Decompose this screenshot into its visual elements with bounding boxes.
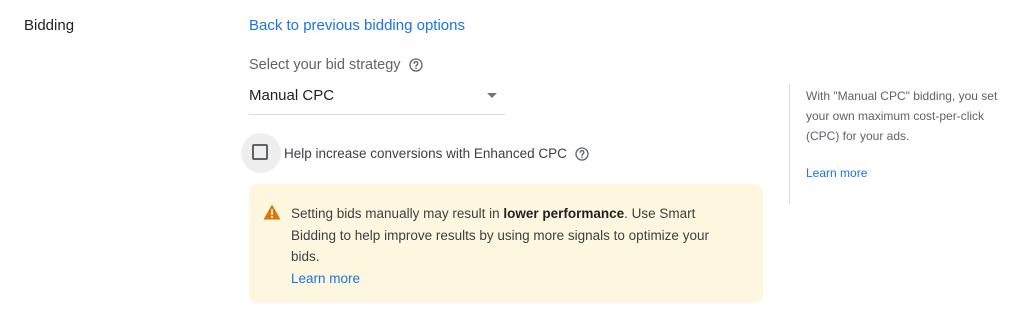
back-to-bidding-options-link[interactable]: Back to previous bidding options xyxy=(249,17,465,34)
bid-strategy-label-text: Select your bid strategy xyxy=(249,57,401,73)
help-icon[interactable] xyxy=(575,146,589,161)
performance-warning-banner: Setting bids manually may result in lowe… xyxy=(249,184,763,303)
warning-text-pre: Setting bids manually may result in xyxy=(291,206,504,221)
side-panel-divider xyxy=(789,84,790,204)
warning-triangle-icon xyxy=(263,204,281,220)
warning-message: Setting bids manually may result in lowe… xyxy=(291,203,741,289)
enhanced-cpc-label: Help increase conversions with Enhanced … xyxy=(284,146,589,161)
bid-strategy-label: Select your bid strategy xyxy=(249,57,423,73)
warning-learn-more-link[interactable]: Learn more xyxy=(291,268,741,290)
section-label-bidding: Bidding xyxy=(24,17,75,34)
manual-cpc-help-text: With "Manual CPC" bidding, you set your … xyxy=(806,89,998,143)
bid-strategy-selected-value: Manual CPC xyxy=(249,87,335,104)
warning-text-bold: lower performance xyxy=(503,206,625,221)
help-icon[interactable] xyxy=(408,58,423,72)
dropdown-arrow-icon xyxy=(487,93,497,98)
bid-strategy-select[interactable]: Manual CPC xyxy=(249,80,505,115)
side-learn-more-link[interactable]: Learn more xyxy=(806,166,867,180)
enhanced-cpc-checkbox[interactable] xyxy=(252,144,268,160)
enhanced-cpc-label-text: Help increase conversions with Enhanced … xyxy=(284,146,567,161)
